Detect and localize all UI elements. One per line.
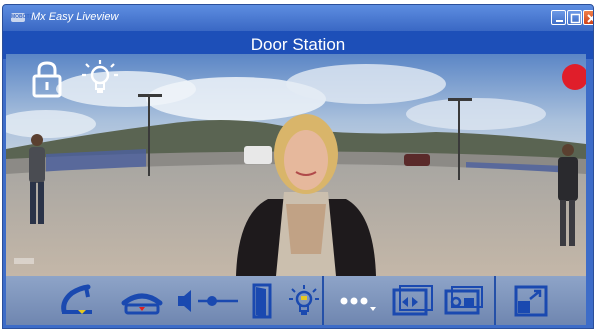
maximize-icon <box>570 13 581 24</box>
window-title: Mx Easy Liveview <box>31 11 119 23</box>
light-icon <box>289 285 319 315</box>
close-button[interactable] <box>583 10 593 25</box>
minimize-icon <box>556 20 563 22</box>
answer-call-button[interactable] <box>58 283 98 319</box>
toolbar-divider <box>322 276 324 325</box>
bottom-toolbar <box>6 276 586 325</box>
hang-up-button[interactable] <box>120 283 163 319</box>
call-hangup-icon <box>121 293 163 315</box>
camera-switch-button[interactable] <box>442 283 483 319</box>
minimize-button[interactable] <box>551 10 566 25</box>
volume-control[interactable] <box>176 283 240 319</box>
page-title: Door Station <box>250 35 346 54</box>
fullscreen-view-button[interactable] <box>390 283 433 319</box>
lock-icon[interactable] <box>30 60 64 98</box>
close-icon <box>587 14 593 23</box>
door-open-icon <box>252 283 272 319</box>
title-bar: MOBOTIX Mx Easy Liveview <box>3 5 593 31</box>
record-indicator-icon <box>562 64 586 90</box>
light-bulb-icon[interactable] <box>80 58 120 98</box>
app-logo: MOBOTIX <box>11 13 35 22</box>
layout-icon <box>514 285 548 317</box>
camera-switch-icon <box>444 286 483 315</box>
light-button[interactable] <box>284 283 324 319</box>
volume-slider-icon <box>178 290 238 312</box>
toolbar-divider <box>494 276 496 325</box>
more-options-button[interactable] <box>336 283 376 319</box>
call-answer-icon <box>61 284 92 314</box>
camera-live-view[interactable] <box>6 54 586 276</box>
fullscreen-view-icon <box>392 285 433 316</box>
layout-button[interactable] <box>512 283 552 319</box>
maximize-button[interactable] <box>567 10 582 25</box>
more-options-icon <box>340 297 376 311</box>
